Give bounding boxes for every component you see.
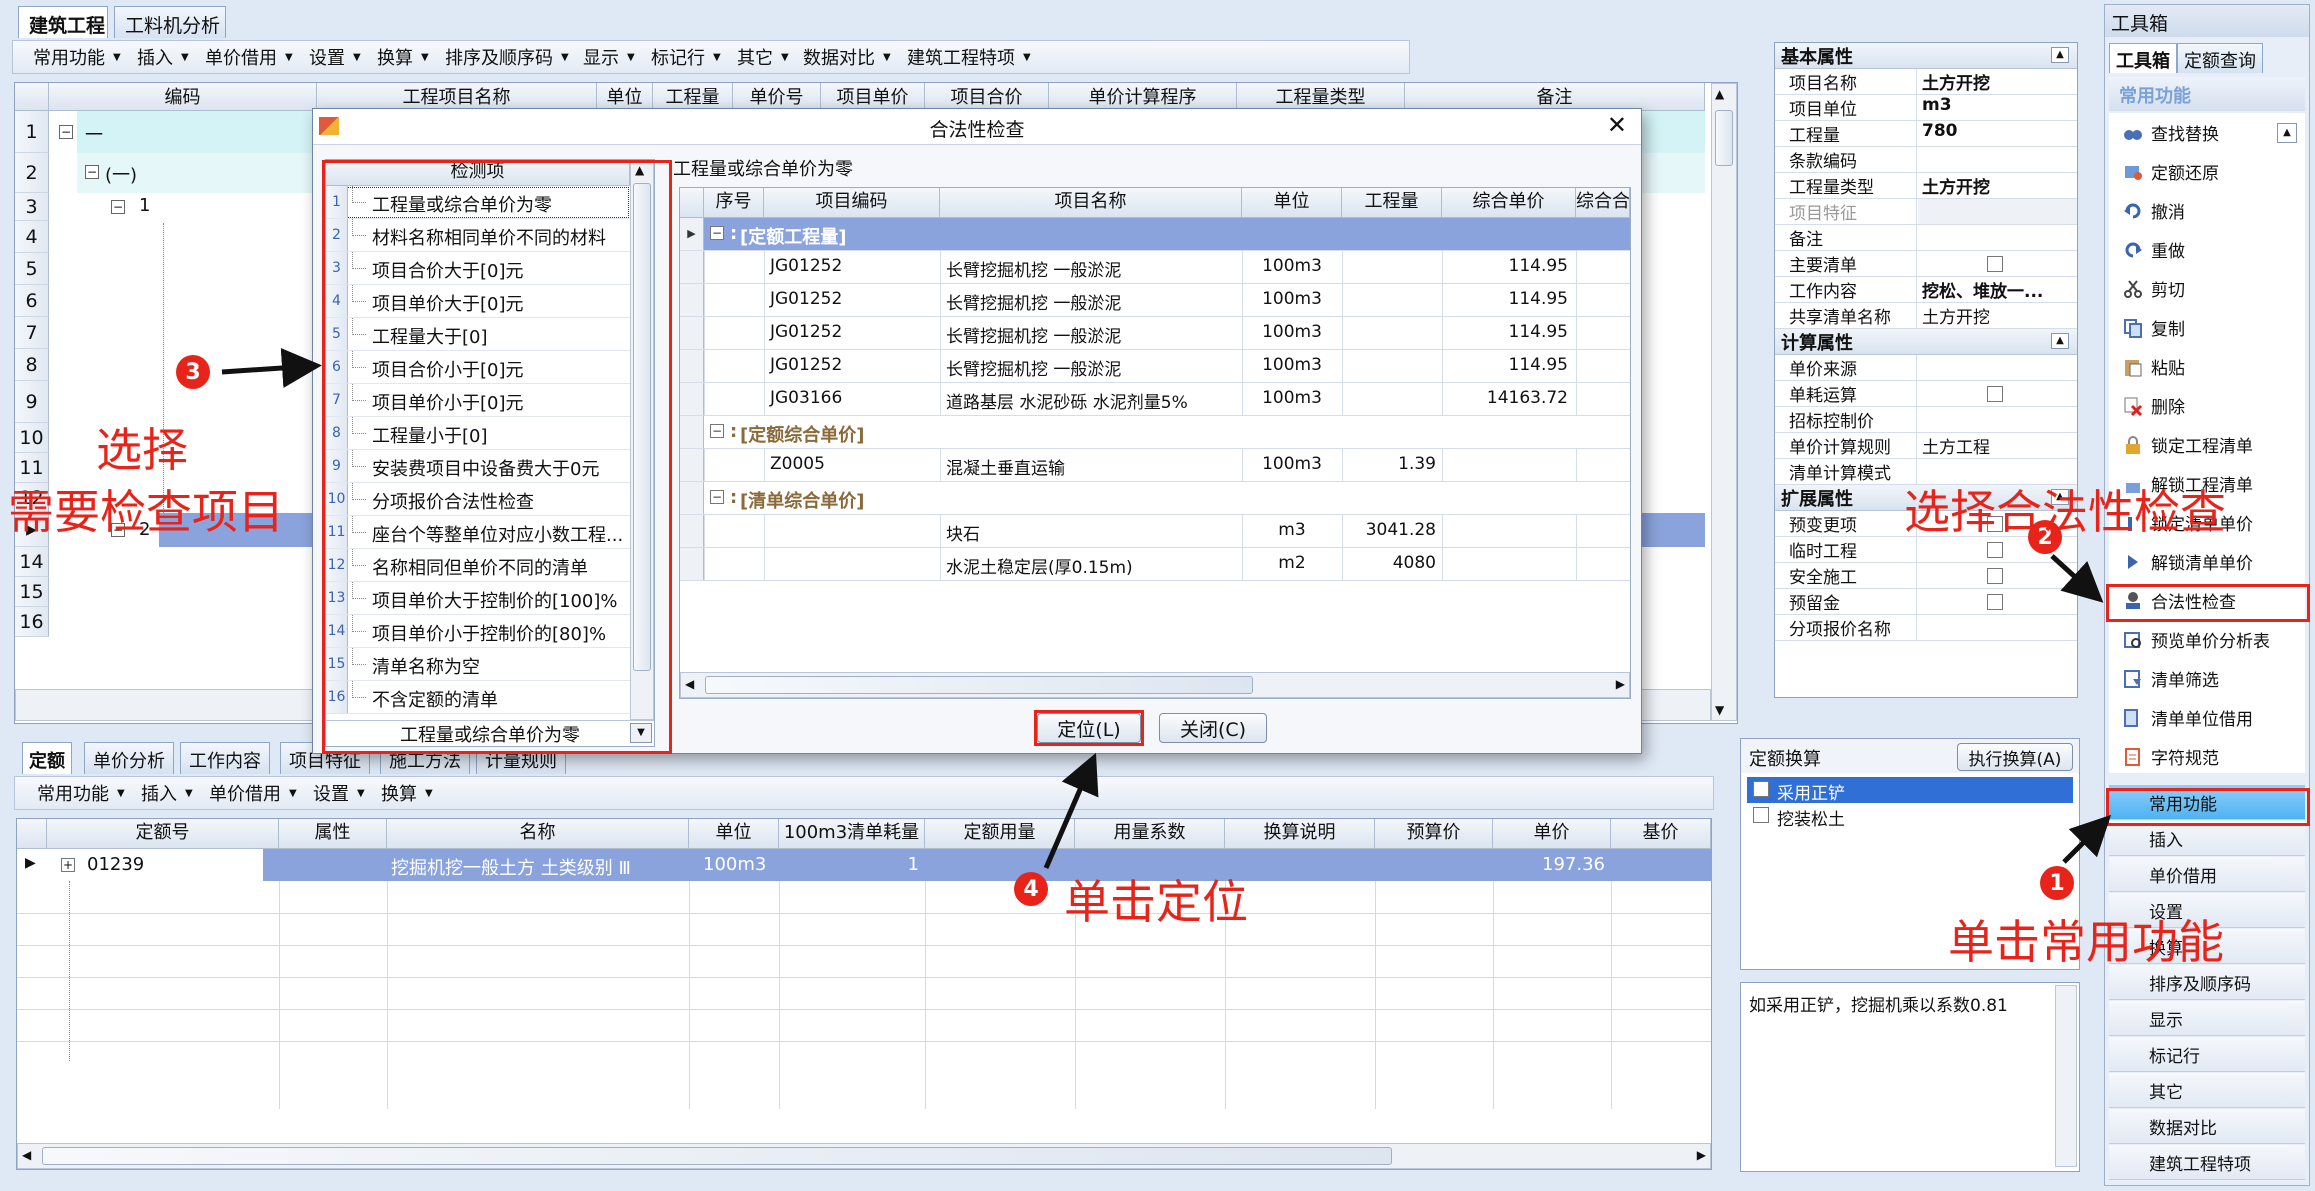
arrow-to-locate: [1043, 752, 1099, 869]
arrow-to-common: [2062, 814, 2112, 864]
arrow-to-check-list: [221, 348, 322, 388]
arrow-to-legality: [2050, 554, 2104, 603]
annotation-arrows: [221, 348, 2112, 869]
